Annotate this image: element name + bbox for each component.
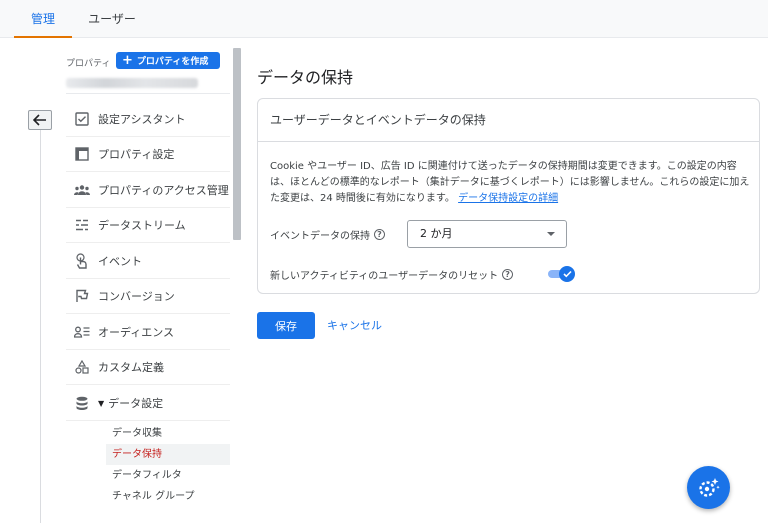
- sidebar-item-property-access[interactable]: プロパティのアクセス管理: [66, 173, 230, 208]
- tab-admin[interactable]: 管理: [14, 0, 72, 39]
- sidebar-item-label: コンバージョン: [98, 290, 175, 303]
- sidebar-scrollbar[interactable]: [233, 48, 241, 240]
- sidebar-item-label: カスタム定義: [98, 361, 164, 374]
- sparkle-gear-icon: [698, 477, 720, 497]
- sidebar-item-label: 設定アシスタント: [98, 113, 186, 126]
- event-retention-row: イベントデータの保持 ?: [270, 227, 385, 242]
- sidebar-item-setup-assistant[interactable]: 設定アシスタント: [66, 102, 230, 137]
- sidebar-tree-line: [40, 130, 41, 523]
- sidebar-item-label: イベント: [98, 255, 142, 268]
- data-retention-details-link[interactable]: データ保持設定の詳細: [458, 193, 558, 204]
- create-property-label: プロパティを作成: [136, 57, 209, 67]
- chevron-down-icon: ▼: [98, 398, 105, 408]
- divider: [66, 93, 230, 94]
- sidebar-item-label: データ設定: [108, 397, 164, 410]
- sidebar-item-audiences[interactable]: オーディエンス: [66, 315, 230, 350]
- tab-user[interactable]: ユーザー: [80, 0, 144, 38]
- touch-icon: [74, 253, 90, 269]
- sidebar-item-property-settings[interactable]: プロパティ設定: [66, 137, 230, 172]
- audience-icon: [74, 324, 90, 340]
- flag-icon: [74, 288, 90, 304]
- sidebar-item-data-settings[interactable]: ▼ データ設定: [66, 386, 230, 421]
- save-button[interactable]: 保存: [257, 312, 315, 339]
- data-stream-icon: [74, 217, 90, 233]
- sidebar-subitem-data-collection[interactable]: データ収集: [106, 423, 230, 444]
- people-icon: [74, 182, 90, 198]
- arrow-left-icon: [33, 114, 46, 126]
- reset-toggle[interactable]: [546, 266, 575, 282]
- page-title: データの保持: [257, 68, 354, 87]
- property-label: プロパティ: [66, 59, 111, 69]
- event-retention-select[interactable]: 2 か月: [407, 220, 567, 248]
- back-button[interactable]: [28, 110, 52, 130]
- card-description: Cookie やユーザー ID、広告 ID に関連付けて送ったデータの保持期間は…: [270, 159, 756, 207]
- sidebar-item-label: プロパティのアクセス管理: [98, 184, 229, 197]
- retention-card: ユーザーデータとイベントデータの保持 Cookie やユーザー ID、広告 ID…: [257, 98, 760, 294]
- create-property-button[interactable]: + プロパティを作成: [116, 52, 220, 69]
- shapes-icon: [74, 359, 90, 375]
- check-icon: [562, 270, 572, 278]
- property-settings-icon: [74, 146, 90, 162]
- event-retention-value: 2 か月: [420, 227, 453, 240]
- sidebar-item-conversions[interactable]: コンバージョン: [66, 279, 230, 314]
- sidebar-item-label: オーディエンス: [98, 326, 175, 339]
- sidebar-item-data-streams[interactable]: データストリーム: [66, 208, 230, 243]
- top-tab-bar: 管理 ユーザー: [0, 0, 768, 39]
- insights-fab[interactable]: [687, 466, 730, 509]
- event-retention-label: イベントデータの保持: [270, 231, 370, 242]
- sidebar-item-label: データストリーム: [98, 219, 186, 232]
- database-icon: [74, 395, 90, 411]
- sidebar-subitem-data-retention[interactable]: データ保持: [106, 444, 230, 465]
- property-selector-redacted[interactable]: [66, 78, 198, 88]
- help-icon[interactable]: ?: [374, 229, 385, 240]
- toggle-knob: [559, 266, 575, 282]
- main-content: データの保持 ユーザーデータとイベントデータの保持 Cookie やユーザー I…: [243, 38, 768, 523]
- dropdown-arrow-icon: [547, 232, 555, 236]
- checklist-icon: [74, 111, 90, 127]
- plus-icon: +: [122, 53, 133, 68]
- sidebar-item-events[interactable]: イベント: [66, 244, 230, 279]
- sidebar-subitem-channel-groups[interactable]: チャネル グループ: [106, 486, 230, 507]
- reset-row: 新しいアクティビティのユーザーデータのリセット ?: [270, 267, 514, 282]
- sidebar-subitem-data-filters[interactable]: データフィルタ: [106, 465, 230, 486]
- cancel-button[interactable]: キャンセル: [327, 312, 382, 339]
- sidebar-item-label: プロパティ設定: [98, 148, 175, 161]
- help-icon[interactable]: ?: [502, 269, 514, 280]
- reset-label: 新しいアクティビティのユーザーデータのリセット: [270, 271, 499, 282]
- card-title: ユーザーデータとイベントデータの保持: [258, 99, 759, 142]
- sidebar-item-custom-definitions[interactable]: カスタム定義: [66, 350, 230, 385]
